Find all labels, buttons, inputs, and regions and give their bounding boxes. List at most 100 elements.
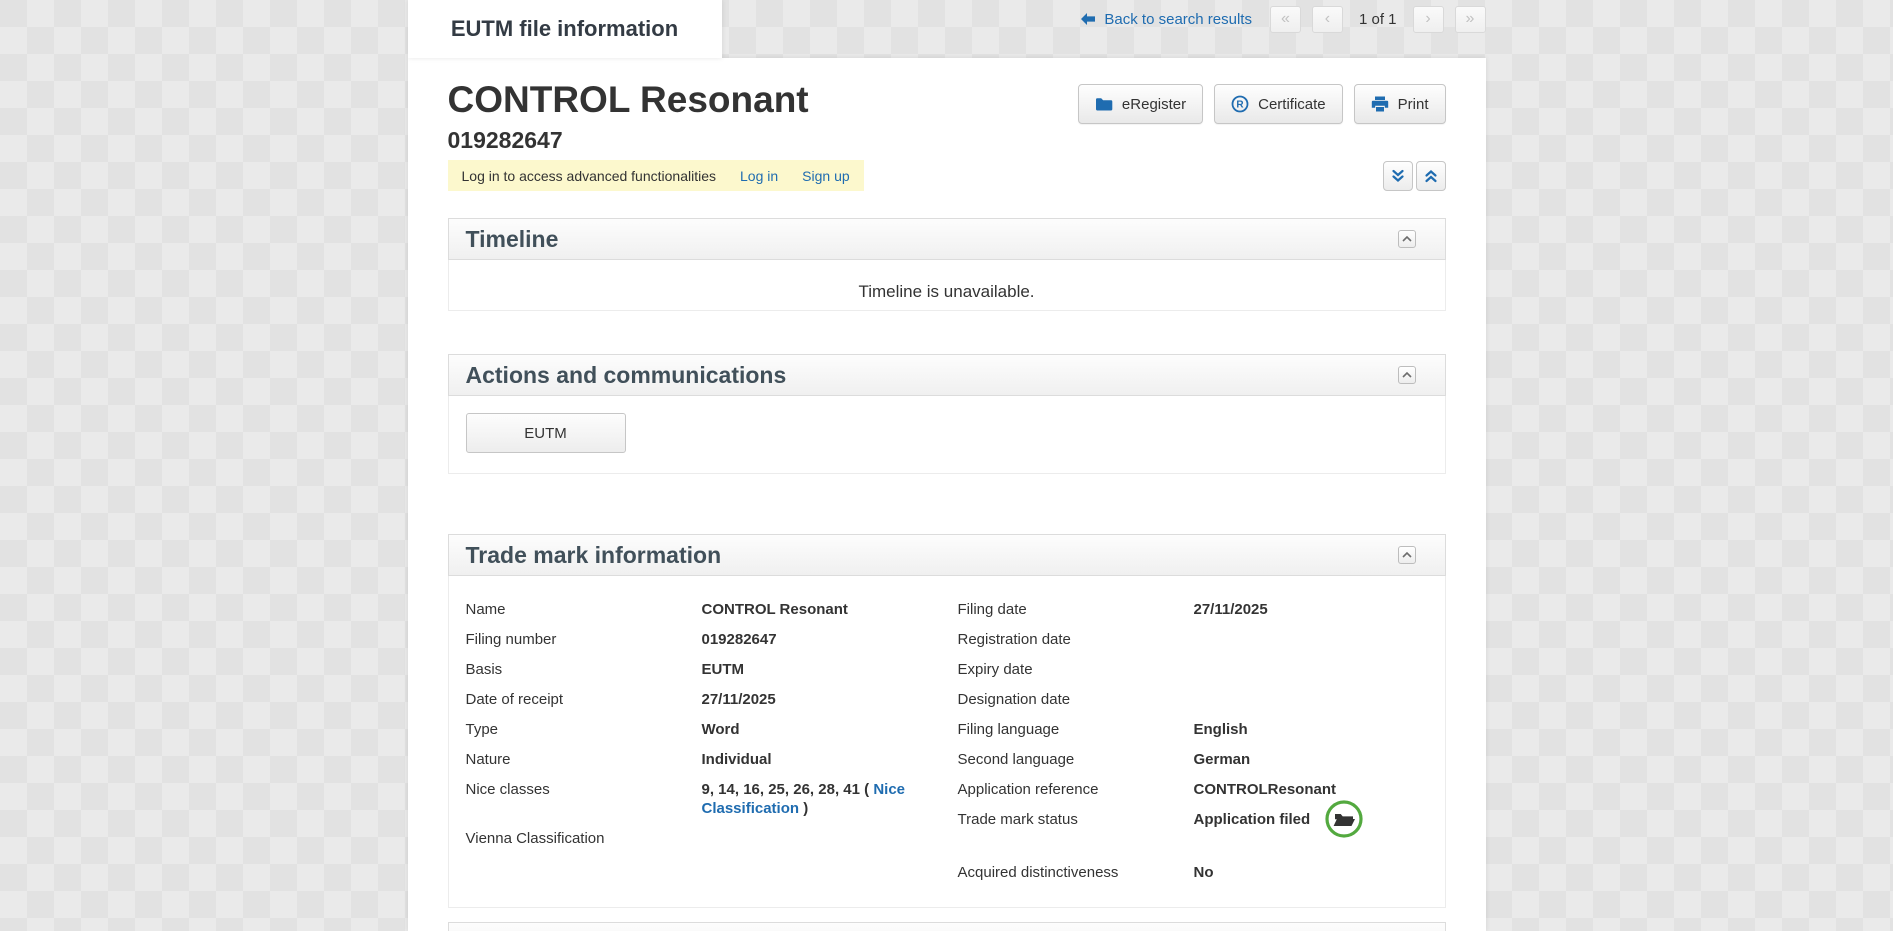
detail-value: Word [702,720,958,739]
details-left-column: Name CONTROL Resonant Filing number 0192… [466,600,958,859]
actions-collapse-button[interactable] [1398,366,1416,384]
login-notice-bar: Log in to access advanced functionalitie… [448,160,864,191]
page-indicator: 1 of 1 [1359,11,1397,28]
detail-value: German [1194,750,1445,769]
application-number: 019282647 [448,126,809,154]
sign-up-link[interactable]: Sign up [802,168,849,184]
content-card: CONTROL Resonant 019282647 eRegister R [408,58,1486,931]
svg-text:R: R [1237,100,1245,111]
login-notice-text: Log in to access advanced functionalitie… [462,168,717,184]
detail-label: Basis [466,660,702,679]
detail-row-vienna-classification: Vienna Classification [466,829,958,848]
chevron-up-icon [1402,552,1412,558]
detail-value: CONTROLResonant [1194,780,1445,799]
certificate-button[interactable]: R Certificate [1214,84,1343,124]
timeline-section-title: Timeline [466,226,559,253]
double-chevron-up-icon [1424,169,1438,183]
detail-label: Nature [466,750,702,769]
next-result-button[interactable]: › [1413,6,1444,33]
back-to-search-results-link[interactable]: Back to search results [1080,11,1252,28]
detail-label: Date of receipt [466,690,702,709]
detail-label: Trade mark status [958,810,1194,829]
detail-row-date-of-receipt: Date of receipt 27/11/2025 [466,690,958,709]
collapse-all-button[interactable] [1383,161,1413,191]
eutm-filter-button[interactable]: EUTM [466,413,626,453]
trademark-name-title: CONTROL Resonant [448,78,809,121]
back-arrow-icon [1080,12,1096,26]
detail-row-type: Type Word [466,720,958,739]
actions-section-body: EUTM [448,396,1446,474]
next-page-icon: › [1425,11,1430,27]
detail-value: EUTM [702,660,958,679]
detail-label: Name [466,600,702,619]
trademark-header: CONTROL Resonant 019282647 eRegister R [448,58,1446,154]
previous-result-button[interactable]: ‹ [1312,6,1343,33]
nice-classes-value: 9, 14, 16, 25, 26, 28, 41 [702,781,860,798]
detail-label: Type [466,720,702,739]
top-navigation: Back to search results « ‹ 1 of 1 › » [1080,4,1485,34]
details-right-column: Filing date 27/11/2025 Registration date… [958,600,1445,893]
double-chevron-down-icon [1391,169,1405,183]
certificate-button-label: Certificate [1258,96,1326,113]
print-button-label: Print [1398,96,1429,113]
detail-value: No [1194,863,1445,882]
detail-label: Acquired distinctiveness [958,863,1194,882]
fold-buttons [1383,161,1446,191]
trademark-collapse-button[interactable] [1398,546,1416,564]
last-page-icon: » [1466,11,1475,27]
detail-row-filing-date: Filing date 27/11/2025 [958,600,1445,619]
detail-row-designation-date: Designation date [958,690,1445,709]
detail-row-basis: Basis EUTM [466,660,958,679]
timeline-section-body: Timeline is unavailable. [448,260,1446,311]
detail-value: 27/11/2025 [702,690,958,709]
detail-label: Filing number [466,630,702,649]
detail-value: Individual [702,750,958,769]
result-pager: « ‹ 1 of 1 › » [1270,6,1486,33]
timeline-section: Timeline Timeline is unavailable. [448,218,1446,311]
detail-label: Filing language [958,720,1194,739]
detail-value: 9, 14, 16, 25, 26, 28, 41 ( Nice Classif… [702,780,958,818]
expand-all-button[interactable] [1416,161,1446,191]
previous-page-icon: ‹ [1325,11,1330,27]
detail-row-second-language: Second language German [958,750,1445,769]
print-button[interactable]: Print [1354,84,1446,124]
detail-row-nature: Nature Individual [466,750,958,769]
detail-label: Nice classes [466,780,702,799]
detail-value: Application filed [1194,810,1445,829]
first-result-button[interactable]: « [1270,6,1301,33]
detail-value: 019282647 [702,630,958,649]
detail-row-expiry-date: Expiry date [958,660,1445,679]
printer-icon [1371,96,1389,112]
tab-eutm-file-information[interactable]: EUTM file information [408,0,722,58]
eregister-button[interactable]: eRegister [1078,84,1203,124]
detail-label: Designation date [958,690,1194,709]
header-action-buttons: eRegister R Certificate [1078,84,1446,124]
trademark-title-block: CONTROL Resonant 019282647 [448,78,809,154]
eutm-button-label: EUTM [524,425,567,442]
actions-section: Actions and communications EUTM [448,354,1446,474]
log-in-link[interactable]: Log in [740,168,778,184]
trademark-section-header: Trade mark information [448,534,1446,576]
actions-section-header: Actions and communications [448,354,1446,396]
detail-label: Filing date [958,600,1194,619]
detail-row-registration-date: Registration date [958,630,1445,649]
timeline-collapse-button[interactable] [1398,230,1416,248]
page: EUTM file information Back to search res… [408,0,1486,931]
tab-title: EUTM file information [451,16,678,42]
trademark-status-text: Application filed [1194,811,1311,828]
first-page-icon: « [1281,11,1290,27]
trademark-section-body: Name CONTROL Resonant Filing number 0192… [448,576,1446,908]
timeline-unavailable-message: Timeline is unavailable. [449,260,1445,310]
last-result-button[interactable]: » [1455,6,1486,33]
detail-row-name: Name CONTROL Resonant [466,600,958,619]
detail-value: 27/11/2025 [1194,600,1445,619]
login-row: Log in to access advanced functionalitie… [448,160,1446,191]
actions-section-title: Actions and communications [466,362,787,389]
back-link-label: Back to search results [1104,11,1252,28]
registered-r-icon: R [1231,95,1249,113]
application-filed-status-icon [1324,799,1364,839]
detail-row-nice-classes: Nice classes 9, 14, 16, 25, 26, 28, 41 (… [466,780,958,818]
detail-row-filing-number: Filing number 019282647 [466,630,958,649]
detail-row-filing-language: Filing language English [958,720,1445,739]
timeline-section-header: Timeline [448,218,1446,260]
